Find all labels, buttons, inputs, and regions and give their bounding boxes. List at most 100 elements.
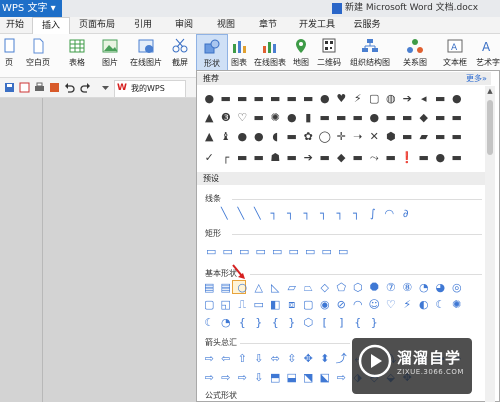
shape-item[interactable]: ☾ [432, 299, 449, 311]
shape-item[interactable]: ✺ [449, 299, 466, 311]
recommended-row-2[interactable]: ▲ ❸ ♡ ▬ ✺ ● ▮ ▬ ▬ ▬ ● ▬ ▬ ◆ ▬ ▬ [201, 112, 465, 124]
shape-item[interactable]: ⇳ [284, 353, 301, 365]
shape-item[interactable]: ▬ [284, 131, 301, 143]
recommended-row-3[interactable]: ▲ ♝ ● ● ◖ ▬ ✿ ◯ ✛ ➝ ✕ ⬢ ▬ ▰ ▬ ▬ [201, 131, 465, 143]
shape-item[interactable]: ⬡ [350, 282, 367, 294]
tab-review[interactable]: 审阅 [166, 17, 202, 34]
blank-page-button[interactable]: 空白页 [20, 34, 56, 76]
print-preview-icon[interactable] [19, 82, 30, 93]
shape-item[interactable]: ♡ [383, 299, 400, 311]
shape-item[interactable]: ▬ [449, 112, 466, 124]
shape-item[interactable]: ◇ [317, 282, 334, 294]
shape-item[interactable]: ✛ [333, 131, 350, 143]
shape-item[interactable]: ┐ [266, 208, 283, 220]
tab-view[interactable]: 视图 [208, 17, 244, 34]
shape-item[interactable]: ▭ [203, 246, 220, 258]
shape-item[interactable]: ▬ [251, 93, 268, 105]
shape-item[interactable]: ▬ [449, 152, 466, 164]
scroll-up-icon[interactable]: ▲ [485, 86, 495, 96]
basic-shapes-row-3[interactable]: ☾ ◔{}{} ⬡[]{} [201, 317, 383, 329]
shape-item[interactable]: ◖ [267, 131, 284, 143]
shape-item[interactable]: ➔ [300, 152, 317, 164]
shape-item[interactable]: ▬ [350, 112, 367, 124]
shape-item[interactable]: ⏢ [300, 282, 317, 294]
shape-item[interactable]: ◂ [416, 93, 433, 105]
shape-item[interactable]: ⤳ [366, 152, 383, 164]
shape-item[interactable]: ⧈ [284, 299, 301, 311]
shape-item[interactable]: ❸ [218, 112, 235, 124]
shape-item[interactable]: ╲ [216, 208, 233, 220]
shape-item[interactable]: ▬ [267, 93, 284, 105]
shape-item[interactable]: ▤ [201, 282, 218, 294]
tab-developer[interactable]: 开发工具 [292, 17, 342, 34]
shape-item[interactable]: ⬒ [267, 372, 284, 384]
more-link[interactable]: 更多» [466, 73, 487, 84]
online-picture-button[interactable]: 在线图片 [128, 34, 164, 76]
shape-item[interactable]: ▮ [300, 112, 317, 124]
recommended-row-1[interactable]: ● ▬ ▬ ▬ ▬ ▬ ▬ ● ♥ ⚡ ▢ ◍ ➔ ◂ ▬ ● [201, 93, 465, 105]
shape-item[interactable]: ▰ [416, 131, 433, 143]
shape-item[interactable]: ⑦ [383, 282, 400, 294]
shape-item[interactable]: ╲ [233, 208, 250, 220]
scrollbar-thumb[interactable] [487, 100, 493, 155]
shape-item[interactable]: ▤ [218, 282, 235, 294]
picture-button[interactable]: 图片 [95, 34, 125, 76]
shape-item[interactable]: ♥ [333, 93, 350, 105]
shape-item[interactable]: ▭ [236, 246, 253, 258]
shape-item[interactable]: ▬ [317, 152, 334, 164]
shape-item[interactable]: ▬ [317, 112, 334, 124]
shape-item[interactable]: ▲ [201, 131, 218, 143]
shape-item[interactable]: ▭ [286, 246, 303, 258]
shape-item[interactable]: ┐ [332, 208, 349, 220]
shape-item[interactable]: ✿ [300, 131, 317, 143]
shape-item[interactable]: △ [251, 282, 268, 294]
app-menu-button[interactable]: WPS 文字 ▾ [0, 0, 62, 17]
shape-item[interactable]: ▬ [300, 93, 317, 105]
shape-item[interactable]: ▭ [302, 246, 319, 258]
shape-item[interactable]: ⇨ [234, 372, 251, 384]
shape-item[interactable]: } [251, 317, 268, 329]
shape-item[interactable]: ✓ [201, 152, 218, 164]
shape-item[interactable]: ∫ [365, 208, 382, 220]
shape-item[interactable]: ◆ [416, 112, 433, 124]
shape-item[interactable]: ♝ [218, 131, 235, 143]
shape-item[interactable]: ▬ [251, 112, 268, 124]
shape-item[interactable]: ⬠ [333, 282, 350, 294]
shape-item[interactable]: ⬍ [317, 353, 334, 365]
shape-item[interactable]: ▭ [220, 246, 237, 258]
shape-item[interactable]: ◔ [218, 317, 235, 329]
tab-references[interactable]: 引用 [125, 17, 161, 34]
shape-item[interactable]: ⇩ [251, 372, 268, 384]
shape-item[interactable]: ⇨ [201, 372, 218, 384]
shape-item[interactable]: ▬ [234, 152, 251, 164]
shape-item[interactable]: ┐ [282, 208, 299, 220]
shape-item[interactable]: ∂ [398, 208, 415, 220]
tab-cloud[interactable]: 云服务 [346, 17, 388, 34]
shape-item[interactable]: ⚡ [350, 93, 367, 105]
shape-item[interactable]: ▢ [366, 93, 383, 105]
shape-item[interactable]: ◯ [317, 131, 334, 143]
shape-item[interactable]: ▬ [449, 131, 466, 143]
tab-home[interactable]: 开始 [0, 17, 30, 34]
shape-item[interactable]: ◐ [416, 299, 433, 311]
screenshot-button[interactable]: 截屏 [166, 34, 194, 76]
shape-item[interactable]: ▭ [269, 246, 286, 258]
shape-item[interactable]: [ [317, 317, 334, 329]
shape-item[interactable]: ▬ [432, 112, 449, 124]
basic-shapes-row-1[interactable]: ▤ ▤ ○ △ ◺ ▱ ⏢ ◇ ⬠ ⬡ ⯃ ⑦ ⑧ ◔ ◕ ◎ [201, 282, 465, 294]
shape-item[interactable]: ◺ [267, 282, 284, 294]
shape-item[interactable]: ❗ [399, 152, 416, 164]
shape-item[interactable]: ● [201, 93, 218, 105]
shape-item[interactable]: ○ [234, 282, 251, 294]
rectangles-row[interactable]: ▭ ▭ ▭ ▭ ▭ ▭ ▭ ▭ ▭ [203, 246, 352, 258]
shape-item[interactable]: ▬ [284, 93, 301, 105]
shape-item[interactable]: ▬ [432, 131, 449, 143]
shape-item[interactable]: ⬢ [383, 131, 400, 143]
shape-item[interactable]: ⬕ [317, 372, 334, 384]
shape-item[interactable]: ◍ [383, 93, 400, 105]
shape-item[interactable]: ◔ [416, 282, 433, 294]
shape-item[interactable]: ▬ [399, 131, 416, 143]
shape-item[interactable]: { [350, 317, 367, 329]
basic-shapes-row-2[interactable]: ▢ ◱ ⎍ ▭ ◧ ⧈ ▢ ◉ ⊘ ◠ ☺ ♡ ⚡ ◐ ☾ ✺ [201, 299, 465, 311]
shape-item[interactable]: ╲ [249, 208, 266, 220]
